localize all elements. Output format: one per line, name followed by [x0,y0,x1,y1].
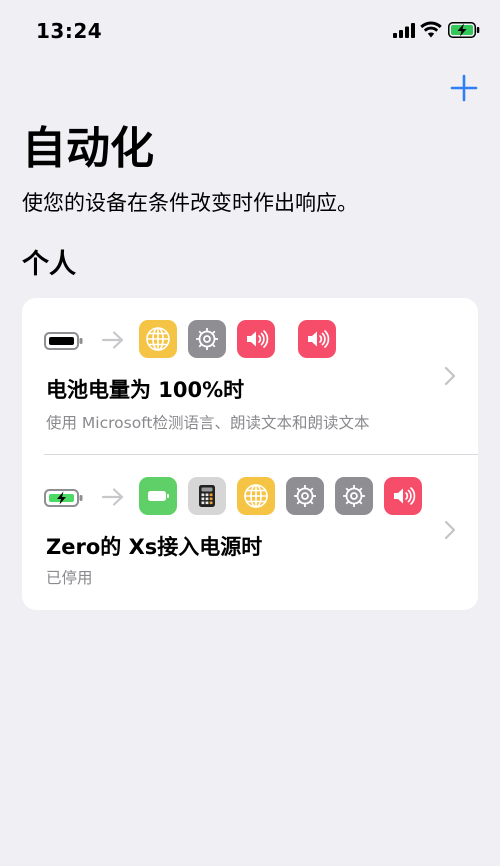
gear-icon [286,477,324,515]
calculator-icon [188,477,226,515]
gear-icon [335,477,373,515]
arrow-right-icon [102,331,124,349]
globe-icon [237,477,275,515]
battery-icon [139,477,177,515]
status-time: 13:24 [36,19,103,43]
globe-icon [139,320,177,358]
chevron-right-icon [444,520,456,540]
automations-card: 电池电量为 100%时 使用 Microsoft检测语言、朗读文本和朗读文本 Z… [22,298,478,610]
automation-row[interactable]: Zero的 Xs接入电源时 已停用 [22,455,478,610]
arrow-right-icon [102,488,124,506]
battery-charging-icon [44,489,83,507]
section-header: 个人 [22,249,76,280]
cellular-signal-icon [393,23,415,38]
speaker-icon [384,477,422,515]
battery-charging-icon [448,22,480,38]
page-subtitle: 使您的设备在条件改变时作出响应。 [22,191,358,215]
speaker-icon [298,320,336,358]
automation-title: Zero的 Xs接入电源时 [46,535,263,559]
speaker-icon [237,320,275,358]
page-title: 自动化 [22,123,154,174]
automation-subtitle: 使用 Microsoft检测语言、朗读文本和朗读文本 [46,414,370,432]
status-bar: 13:24 [0,0,500,60]
chevron-right-icon [444,366,456,386]
automation-title: 电池电量为 100%时 [46,378,245,402]
automation-row[interactable]: 电池电量为 100%时 使用 Microsoft检测语言、朗读文本和朗读文本 [22,298,478,454]
add-automation-button[interactable] [450,74,478,102]
battery-full-icon [44,332,83,350]
automation-subtitle: 已停用 [46,569,93,587]
gear-icon [188,320,226,358]
wifi-icon [420,21,442,38]
